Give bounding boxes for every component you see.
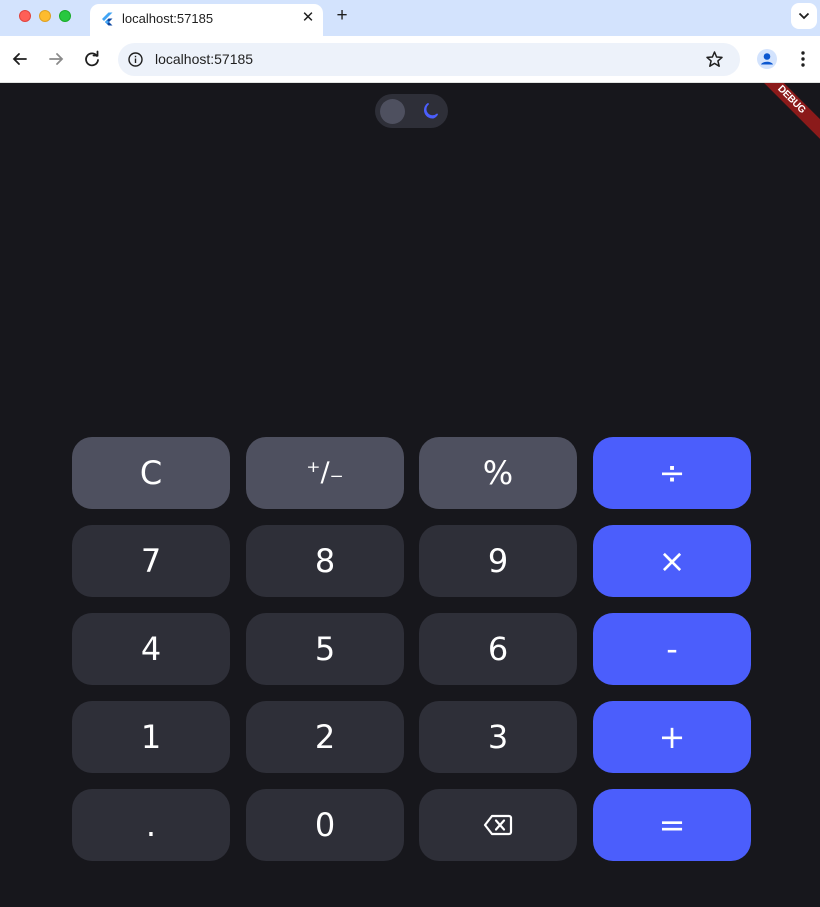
percent-button[interactable]: % xyxy=(419,437,577,509)
digit-2-button[interactable]: 2 xyxy=(246,701,404,773)
url-text[interactable]: localhost:57185 xyxy=(155,51,253,68)
address-bar[interactable]: localhost:57185 xyxy=(118,43,740,76)
equals-button[interactable]: = xyxy=(593,789,751,861)
tab-title: localhost:57185 xyxy=(122,11,214,26)
browser-tab[interactable]: localhost:57185 ✕ xyxy=(90,4,323,36)
backspace-button[interactable] xyxy=(419,789,577,861)
divide-button[interactable]: ÷ xyxy=(593,437,751,509)
forward-arrow-icon[interactable] xyxy=(45,48,67,70)
plus-button[interactable]: + xyxy=(593,701,751,773)
multiply-button[interactable]: × xyxy=(593,525,751,597)
digit-9-button[interactable]: 9 xyxy=(419,525,577,597)
moon-icon xyxy=(424,103,438,119)
digit-3-button[interactable]: 3 xyxy=(419,701,577,773)
tab-strip: localhost:57185 ✕ + xyxy=(0,0,820,36)
digit-5-button[interactable]: 5 xyxy=(246,613,404,685)
minus-button[interactable]: - xyxy=(593,613,751,685)
toggle-knob xyxy=(380,99,405,124)
browser-toolbar: localhost:57185 xyxy=(0,36,820,83)
clear-button[interactable]: C xyxy=(72,437,230,509)
calculator-app: DEBUG C ⁺∕₋ % ÷ 7 8 9 × 4 5 6 - 1 2 3 + … xyxy=(0,83,820,907)
digit-0-button[interactable]: 0 xyxy=(246,789,404,861)
digit-7-button[interactable]: 7 xyxy=(72,525,230,597)
tab-search-button[interactable] xyxy=(791,3,817,29)
window-zoom-button[interactable] xyxy=(59,10,71,22)
star-icon[interactable] xyxy=(705,50,724,69)
site-info-icon[interactable] xyxy=(127,51,144,68)
flutter-icon xyxy=(102,12,113,26)
chevron-down-icon xyxy=(798,12,810,20)
digit-8-button[interactable]: 8 xyxy=(246,525,404,597)
more-vert-icon[interactable] xyxy=(792,48,814,70)
back-arrow-icon[interactable] xyxy=(9,48,31,70)
window-minimize-button[interactable] xyxy=(39,10,51,22)
new-tab-button[interactable]: + xyxy=(331,5,353,27)
tab-close-icon[interactable]: ✕ xyxy=(298,8,318,28)
decimal-button[interactable]: . xyxy=(72,789,230,861)
plus-minus-button[interactable]: ⁺∕₋ xyxy=(246,437,404,509)
window-close-button[interactable] xyxy=(19,10,31,22)
reload-icon[interactable] xyxy=(81,48,103,70)
theme-toggle[interactable] xyxy=(375,94,448,128)
backspace-icon xyxy=(483,814,513,836)
digit-1-button[interactable]: 1 xyxy=(72,701,230,773)
digit-6-button[interactable]: 6 xyxy=(419,613,577,685)
debug-banner: DEBUG xyxy=(747,83,820,144)
digit-4-button[interactable]: 4 xyxy=(72,613,230,685)
profile-avatar-icon[interactable] xyxy=(756,48,778,70)
